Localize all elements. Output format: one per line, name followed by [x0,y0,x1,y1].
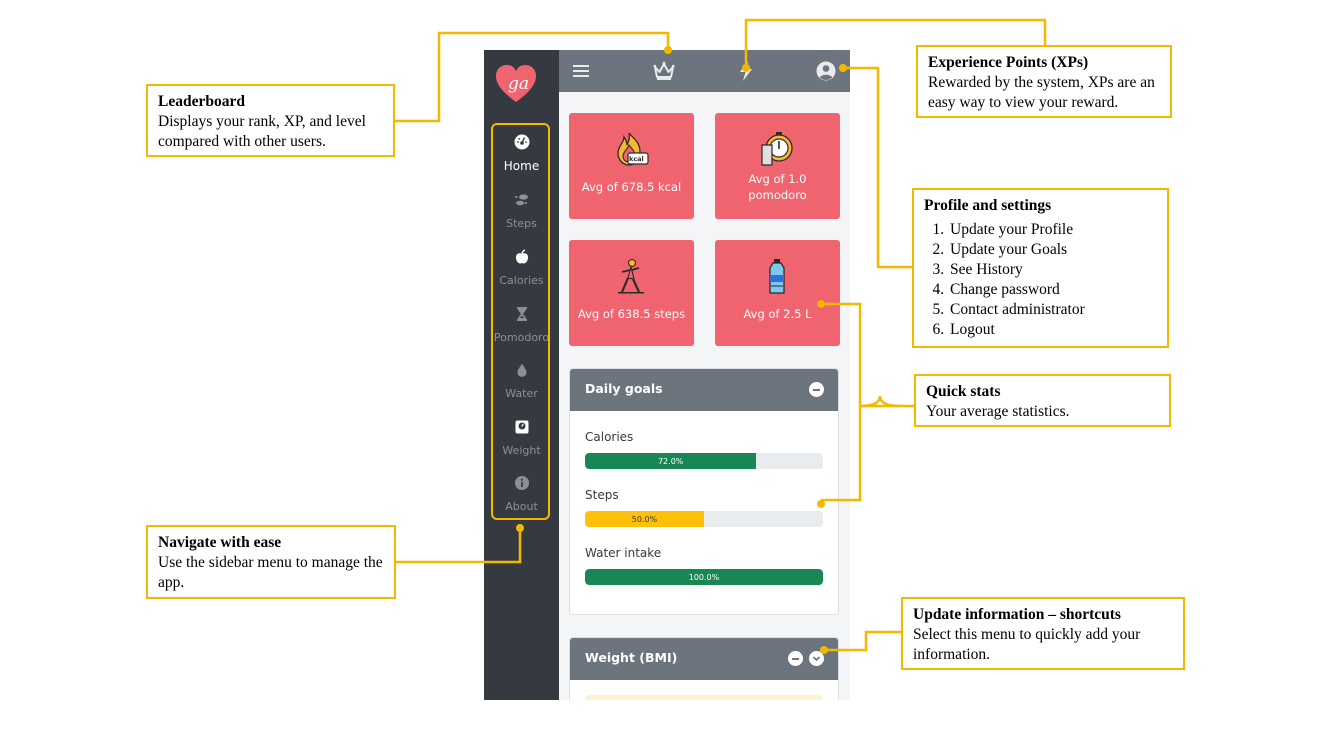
panel-title: Daily goals [585,381,663,396]
list-item: Logout [948,320,1157,340]
calories-progress-bar: 72.0% [585,453,823,469]
weight-bmi-header: Weight (BMI) [570,638,838,680]
stat-text: Avg of 2.5 L [743,307,812,321]
progress-fill: 72.0% [585,453,757,469]
logo-text: ga [508,74,530,94]
weight-bmi-panel: Weight (BMI) [569,637,839,700]
callout-body: Rewarded by the system, XPs are an easy … [928,74,1155,111]
callout-body: Your average statistics. [926,403,1070,420]
daily-goals-header: Daily goals [570,369,838,411]
water-bottle-icon [758,258,796,296]
lightning-icon[interactable] [733,58,759,84]
progress-fill: 50.0% [585,511,704,527]
top-bar [559,50,850,92]
pomodoro-timer-icon [758,131,796,169]
list-item: Change password [948,280,1157,300]
callout-title: Experience Points (XPs) [928,54,1089,71]
stat-card-water[interactable]: Avg of 2.5 L [715,240,840,346]
callout-title: Quick stats [926,383,1001,400]
list-item: Contact administrator [948,300,1157,320]
goal-label-water: Water intake [585,546,662,560]
stat-text: Avg of 638.5 steps [577,307,686,321]
list-item: See History [948,260,1157,280]
list-item: Update your Goals [948,240,1157,260]
bmi-alert [585,695,823,700]
stat-card-steps[interactable]: Avg of 638.5 steps [569,240,694,346]
main-content: kcal Avg of 678.5 kcal Avg of 1.0 pomodo… [559,92,850,700]
goal-label-steps: Steps [585,488,619,502]
callout-title: Update information – shortcuts [913,606,1121,623]
runner-icon [612,258,650,296]
stat-text: Avg of 1.0 pomodoro [748,172,807,202]
list-item: Update your Profile [948,220,1157,240]
calorie-fire-icon: kcal [612,131,650,169]
callout-title: Navigate with ease [158,534,282,551]
menu-icon[interactable] [568,58,594,84]
shortcut-dropdown-button[interactable] [809,651,824,666]
chevron-down-icon [812,656,821,662]
callout-body: Select this menu to quickly add your inf… [913,626,1141,663]
collapse-button[interactable] [788,651,803,666]
user-circle-icon[interactable] [813,58,839,84]
collapse-button[interactable] [809,382,824,397]
callout-body: Use the sidebar menu to manage the app. [158,554,383,591]
stat-text: Avg of 678.5 kcal [581,180,682,194]
callout-title: Profile and settings [924,197,1052,214]
app-logo[interactable]: ga [494,62,538,106]
panel-title: Weight (BMI) [585,650,678,665]
callout-body: Displays your rank, XP, and level compar… [158,113,366,150]
crown-icon[interactable] [651,58,677,84]
progress-fill: 100.0% [585,569,823,585]
profile-settings-list: Update your Profile Update your Goals Se… [948,220,1157,340]
daily-goals-panel: Daily goals Calories 72.0% Steps 50.0% W… [569,368,839,615]
callout-quick-stats: Quick stats Your average statistics. [914,374,1171,427]
kcal-badge-text: kcal [629,155,644,163]
callout-title: Leaderboard [158,93,245,110]
callout-navigate: Navigate with ease Use the sidebar menu … [146,525,396,599]
stat-card-pomodoro[interactable]: Avg of 1.0 pomodoro [715,113,840,219]
sidebar-highlight [491,123,550,520]
goal-label-calories: Calories [585,430,634,444]
stat-card-calories[interactable]: kcal Avg of 678.5 kcal [569,113,694,219]
callout-leaderboard: Leaderboard Displays your rank, XP, and … [146,84,395,157]
callout-xp: Experience Points (XPs) Rewarded by the … [916,45,1172,118]
water-progress-bar: 100.0% [585,569,823,585]
callout-profile: Profile and settings Update your Profile… [912,188,1169,348]
steps-progress-bar: 50.0% [585,511,823,527]
callout-shortcuts: Update information – shortcuts Select th… [901,597,1185,670]
